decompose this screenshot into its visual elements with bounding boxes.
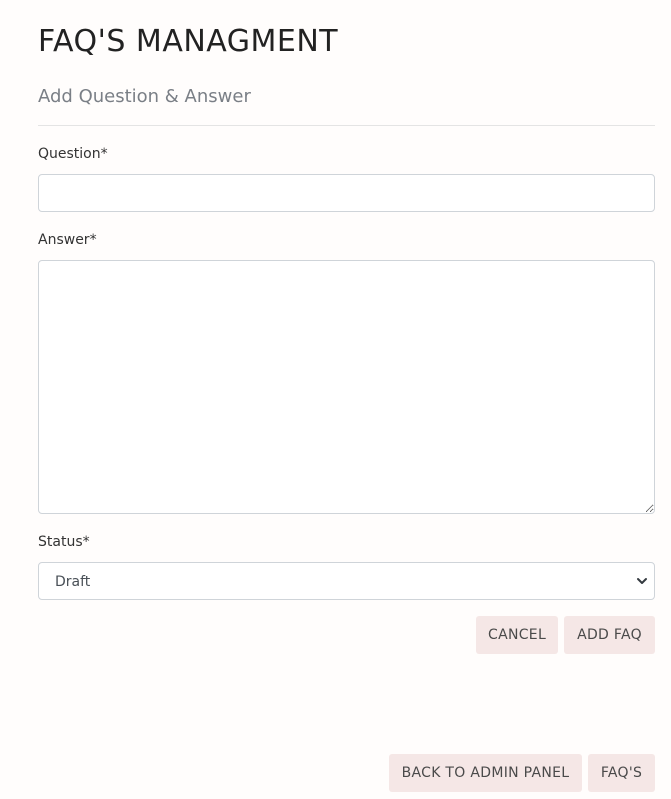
- section-divider: [38, 125, 655, 126]
- back-to-admin-panel-button[interactable]: BACK TO ADMIN PANEL: [389, 754, 582, 792]
- answer-label: Answer*: [38, 232, 97, 248]
- question-label: Question*: [38, 146, 108, 162]
- status-label: Status*: [38, 534, 90, 550]
- answer-textarea[interactable]: [38, 260, 655, 514]
- status-selected-value: Draft: [55, 574, 91, 590]
- faq-management-page: FAQ'S MANAGMENT Add Question & Answer Qu…: [38, 0, 655, 799]
- chevron-down-icon: [637, 578, 647, 584]
- section-title: Add Question & Answer: [38, 86, 251, 107]
- question-input[interactable]: [38, 174, 655, 212]
- faqs-button[interactable]: FAQ'S: [588, 754, 655, 792]
- cancel-button[interactable]: CANCEL: [476, 616, 558, 654]
- page-title: FAQ'S MANAGMENT: [38, 24, 339, 59]
- add-faq-button[interactable]: ADD FAQ: [564, 616, 655, 654]
- status-select[interactable]: Draft: [38, 562, 655, 600]
